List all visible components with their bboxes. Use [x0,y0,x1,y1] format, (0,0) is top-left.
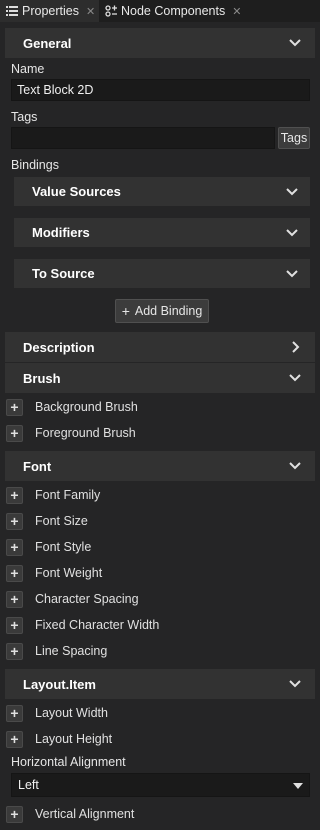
tab-node-components[interactable]: Node Components ✕ [99,0,249,22]
property-label: Font Size [35,514,88,528]
horizontal-alignment-dropdown[interactable]: Left [11,773,310,797]
tags-label: Tags [11,110,38,124]
add-binding-label: Add Binding [134,304,203,318]
add-property-icon[interactable]: + [6,512,23,530]
to-source-title: To Source [32,266,95,281]
add-property-icon[interactable]: + [6,538,23,556]
section-layout-item[interactable]: Layout.Item [5,669,315,699]
property-label: Character Spacing [35,592,139,606]
chevron-down-icon [286,270,298,278]
chevron-right-icon [292,341,300,353]
property-label: Background Brush [35,400,138,414]
close-icon[interactable]: ✕ [86,5,95,18]
section-description[interactable]: Description [5,332,315,362]
property-row: + Layout Height [6,729,112,749]
property-label: Layout Height [35,732,113,746]
add-binding-button[interactable]: + Add Binding [115,299,209,323]
property-row: + Background Brush [6,397,138,417]
property-label: Vertical Alignment [35,807,135,821]
section-brush-title: Brush [23,370,61,386]
section-description-title: Description [23,339,95,355]
property-label: Font Style [35,540,92,554]
components-icon [105,5,117,17]
section-general-title: General [23,35,72,51]
subsection-modifiers[interactable]: Modifiers [14,218,310,247]
tags-field[interactable] [11,127,275,149]
property-row: + Font Family [6,485,100,505]
dropdown-arrow-icon [293,783,303,789]
tags-button[interactable]: Tags [278,127,310,149]
add-property-icon[interactable]: + [6,424,23,442]
chevron-down-icon [289,462,301,470]
chevron-down-icon [286,229,298,237]
tab-properties-label: Properties [22,4,79,18]
property-row: + Font Weight [6,563,102,583]
add-property-icon[interactable]: + [6,730,23,748]
add-property-icon[interactable]: + [6,616,23,634]
value-sources-title: Value Sources [32,184,121,199]
bindings-label: Bindings [11,158,59,172]
property-row: + Font Size [6,511,88,531]
modifiers-title: Modifiers [32,225,90,240]
subsection-value-sources[interactable]: Value Sources [14,177,310,206]
add-property-icon[interactable]: + [6,564,23,582]
close-icon[interactable]: ✕ [232,5,241,18]
chevron-down-icon [289,374,301,382]
plus-icon: + [121,303,130,319]
add-property-icon[interactable]: + [6,486,23,504]
subsection-to-source[interactable]: To Source [14,259,310,288]
add-property-icon[interactable]: + [6,704,23,722]
section-brush[interactable]: Brush [5,363,315,393]
section-layout-item-title: Layout.Item [23,676,96,692]
tab-bar: Properties ✕ Node Components ✕ [0,0,320,22]
name-field[interactable]: Text Block 2D [11,79,310,101]
property-row: + Fixed Character Width [6,615,159,635]
tab-node-components-label: Node Components [121,4,226,18]
chevron-down-icon [289,39,301,47]
property-label: Font Family [35,488,101,502]
name-label: Name [11,62,45,76]
property-row: + Font Style [6,537,91,557]
property-row: + Line Spacing [6,641,107,661]
chevron-down-icon [286,188,298,196]
add-property-icon[interactable]: + [6,398,23,416]
add-property-icon[interactable]: + [6,805,23,823]
section-font[interactable]: Font [5,451,315,481]
property-row: + Layout Width [6,703,108,723]
property-label: Fixed Character Width [35,618,160,632]
chevron-down-icon [289,680,301,688]
section-general[interactable]: General [5,28,315,58]
property-label: Layout Width [35,706,108,720]
property-row: + Foreground Brush [6,423,136,443]
horizontal-alignment-value: Left [18,778,39,792]
tab-properties[interactable]: Properties ✕ [0,0,99,22]
property-label: Foreground Brush [35,426,136,440]
horizontal-alignment-label: Horizontal Alignment [11,755,126,769]
add-property-icon[interactable]: + [6,590,23,608]
property-row: + Vertical Alignment [6,804,134,824]
add-property-icon[interactable]: + [6,642,23,660]
section-font-title: Font [23,458,52,474]
property-label: Line Spacing [35,644,108,658]
property-label: Font Weight [35,566,103,580]
list-icon [6,5,18,17]
property-row: + Character Spacing [6,589,139,609]
